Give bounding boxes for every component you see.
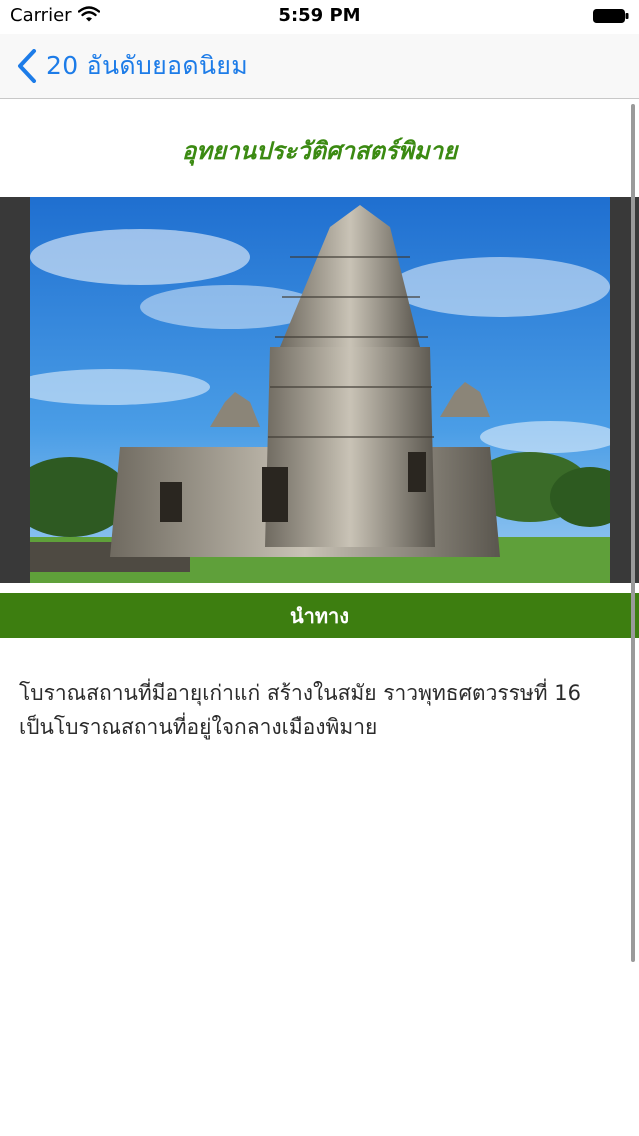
- page-title: อุทยานประวัติศาสตร์พิมาย: [181, 136, 458, 165]
- navigate-button[interactable]: นำทาง: [0, 593, 639, 638]
- clock-time: 5:59 PM: [278, 5, 361, 26]
- back-button-label: 20 อันดับยอดนิยม: [46, 51, 248, 80]
- title-container: อุทยานประวัติศาสตร์พิมาย: [0, 120, 639, 180]
- place-photo: [30, 197, 610, 583]
- status-bar: Carrier 5:59 PM: [0, 0, 639, 34]
- place-description: โบราณสถานที่มีอายุเก่าแก่ สร้างในสมัย รา…: [19, 681, 582, 739]
- navigation-bar: 20 อันดับยอดนิยม: [0, 34, 639, 99]
- temple-illustration: [30, 197, 610, 583]
- battery-icon: [593, 9, 629, 23]
- chevron-left-icon: [18, 49, 36, 83]
- navigate-button-label: นำทาง: [289, 603, 350, 628]
- back-button[interactable]: 20 อันดับยอดนิยม: [16, 46, 248, 86]
- image-frame: [0, 197, 639, 583]
- scroll-indicator[interactable]: [631, 104, 635, 962]
